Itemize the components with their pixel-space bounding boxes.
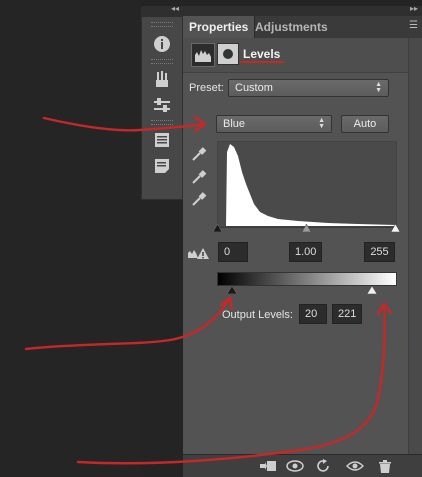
annotation-arrow-output-black <box>24 296 232 351</box>
annotation-arrow-output-white <box>76 302 386 465</box>
annotation-arrow-channel <box>42 116 207 132</box>
annotation-arrows <box>24 115 393 465</box>
